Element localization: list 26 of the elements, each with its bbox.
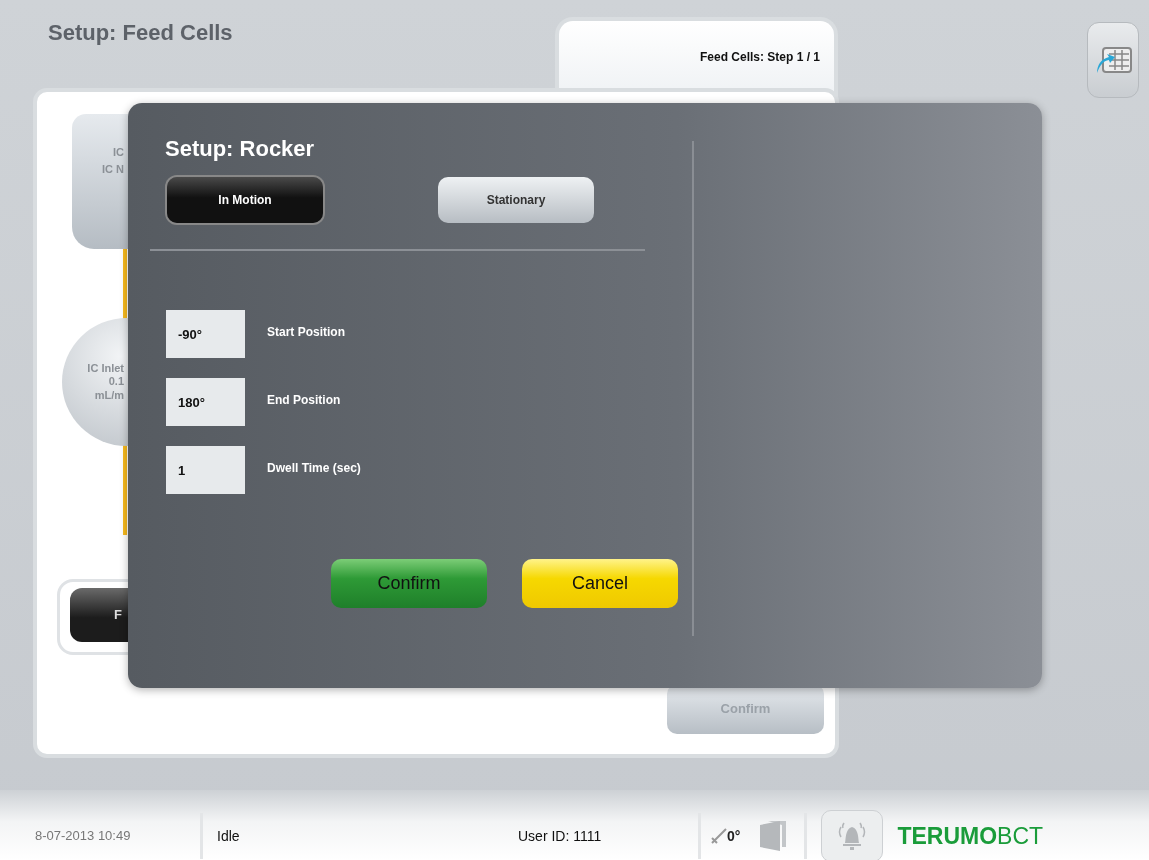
user-id: User ID: 1111 (518, 826, 603, 846)
step-indicator: Feed Cells: Step 1 / 1 (699, 49, 820, 66)
schedule-button[interactable] (1087, 22, 1139, 98)
input-field[interactable]: 1 (166, 446, 245, 494)
alarm-button[interactable] (821, 810, 884, 860)
field-label: End Position (267, 392, 341, 409)
bag-label: IC N (102, 163, 124, 177)
rocker-angle: 0° (727, 826, 741, 846)
status-text: Idle (216, 826, 241, 846)
mode-toggle[interactable]: Stationary (438, 177, 594, 223)
mode-toggle[interactable]: In Motion (167, 177, 323, 223)
confirm-button[interactable]: Confirm (331, 559, 487, 608)
company-logo: TERUMOBCT (897, 821, 1044, 851)
cancel-button[interactable]: Cancel (522, 559, 678, 608)
field-label: Dwell Time (sec) (267, 460, 361, 477)
page-title: Setup: Feed Cells (48, 19, 233, 47)
input-field[interactable]: -90° (166, 310, 245, 358)
pump-label: mL/m (94, 388, 124, 402)
pump-label: IC Inlet (87, 362, 124, 376)
door-icon (758, 819, 789, 853)
field-label: Start Position (267, 324, 345, 341)
pump-label: 0.1 (108, 375, 124, 389)
dialog-title: Setup: Rocker (165, 135, 315, 163)
bag-label: IC (113, 146, 124, 160)
date-time: 8-07-2013 10:49 (34, 827, 132, 846)
input-field[interactable]: 180° (166, 378, 245, 426)
